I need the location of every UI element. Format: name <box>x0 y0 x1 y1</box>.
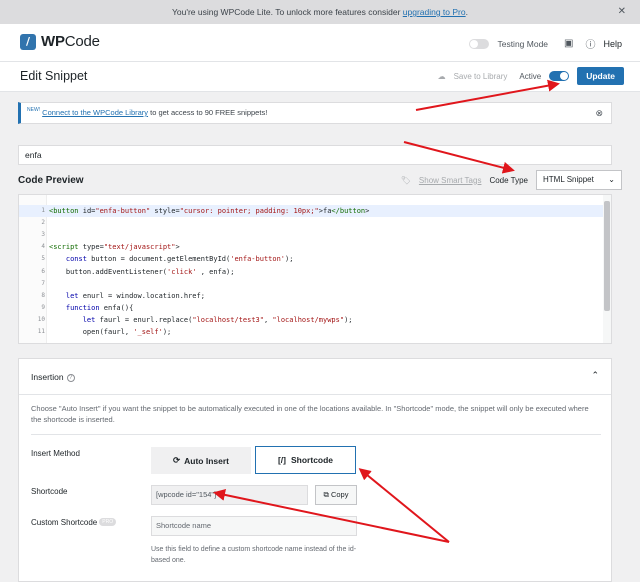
insert-method-label: Insert Method <box>31 449 80 458</box>
line-number: 11 <box>37 328 45 335</box>
wpcode-logo[interactable]: / WPCode <box>20 33 100 50</box>
code-text: let faurl = enurl.replace("localhost/tes… <box>82 315 353 324</box>
insertion-header[interactable]: Insertion? ⌃ <box>19 359 611 395</box>
code-line[interactable]: 8 let enurl = window.location.href; <box>19 290 605 302</box>
code-text: const button = document.getElementById('… <box>65 255 294 264</box>
code-line[interactable]: 11 open(faurl, '_self'); <box>19 326 605 338</box>
show-smart-tags-link[interactable]: Show Smart Tags <box>419 176 482 185</box>
upgrade-suffix: . <box>465 7 468 17</box>
code-line[interactable]: 10 let faurl = enurl.replace("localhost/… <box>19 314 605 326</box>
brackets-icon: [/] <box>277 455 286 465</box>
auto-insert-button[interactable]: ⟳ Auto Insert <box>151 447 251 474</box>
scrollbar-thumb[interactable] <box>604 201 610 311</box>
update-button[interactable]: Update <box>577 67 624 85</box>
custom-shortcode-hint: Use this field to define a custom shortc… <box>151 546 357 564</box>
title-actions: ☁ Save to Library Active Update <box>438 67 624 85</box>
code-type-label: Code Type <box>489 175 528 185</box>
code-editor[interactable]: 1 <button id="enfa-button" style="cursor:… <box>18 194 612 344</box>
logo-text: WPCode <box>41 33 100 50</box>
shortcode-button[interactable]: [/] Shortcode <box>255 446 356 474</box>
custom-shortcode-input[interactable]: Shortcode name <box>151 516 357 536</box>
upgrade-link[interactable]: upgrading to Pro <box>403 7 466 17</box>
code-line[interactable]: 4 <script type="text/javascript"> <box>19 241 605 253</box>
code-text: <script type="text/javascript"> <box>49 243 180 252</box>
testing-mode-toggle[interactable] <box>469 38 490 49</box>
insertion-title: Insertion? <box>31 372 75 382</box>
code-line[interactable]: 1 <button id="enfa-button" style="cursor:… <box>19 205 605 217</box>
copy-button[interactable]: ⧉ Copy <box>315 485 357 505</box>
line-number: 3 <box>41 231 45 239</box>
code-line[interactable]: 3 <box>19 229 605 241</box>
chevron-down-icon: ⌄ <box>608 175 615 184</box>
insertion-description: Choose "Auto Insert" if you want the sni… <box>31 404 589 424</box>
code-line[interactable]: 9 function enfa(){ <box>19 302 605 314</box>
line-number: 2 <box>41 219 45 227</box>
code-text: let enurl = window.location.href; <box>65 291 205 300</box>
line-number: 6 <box>41 267 45 275</box>
line-number: 10 <box>37 315 45 323</box>
close-icon[interactable]: ✕ <box>618 0 626 24</box>
editor-scrollbar[interactable] <box>603 195 611 343</box>
help-link[interactable]: Help <box>603 39 622 49</box>
snippet-title-input[interactable]: enfa <box>18 145 612 165</box>
code-line[interactable]: 2 <box>19 217 605 229</box>
header-actions: Testing Mode ▣ ⓘ Help <box>469 36 622 51</box>
dismiss-icon[interactable]: ⊗ <box>595 103 603 123</box>
upgrade-bar: You're using WPCode Lite. To unlock more… <box>0 0 640 24</box>
code-line[interactable]: 7 <box>19 278 605 290</box>
divider <box>31 434 601 435</box>
code-line[interactable]: 5 const button = document.getElementById… <box>19 253 605 265</box>
line-number: 7 <box>41 279 45 287</box>
library-notice: NEW! Connect to the WPCode Library to ge… <box>18 102 612 124</box>
code-line[interactable]: 6 button.addEventListener('click' , enfa… <box>19 266 605 278</box>
insertion-panel: Insertion? ⌃ Choose "Auto Insert" if you… <box>18 358 612 582</box>
title-bar: Edit Snippet ☁ Save to Library Active Up… <box>0 62 640 92</box>
code-text: button.addEventListener('click' , enfa); <box>49 267 235 276</box>
active-label: Active <box>519 71 542 81</box>
code-type-value: HTML Snippet <box>543 175 594 184</box>
copy-icon: ⧉ <box>323 490 329 499</box>
line-number: 1 <box>41 207 45 214</box>
save-to-library-button[interactable]: Save to Library <box>454 72 508 81</box>
active-toggle[interactable] <box>549 71 570 81</box>
shortcode-label: Shortcode <box>31 487 68 496</box>
pro-badge: PRO <box>99 518 117 526</box>
shortcode-field[interactable]: [wpcode id="154"] <box>151 485 308 505</box>
code-text: open(faurl, '_self'); <box>49 328 172 336</box>
notice-text: to get access to 90 FREE snippets! <box>148 108 268 117</box>
help-icon[interactable]: ⓘ <box>585 36 595 51</box>
app-header: / WPCode Testing Mode ▣ ⓘ Help <box>0 24 640 62</box>
connect-library-link[interactable]: Connect to the WPCode Library <box>42 108 148 117</box>
upgrade-text: You're using WPCode Lite. To unlock more… <box>171 7 403 17</box>
refresh-icon: ⟳ <box>173 455 181 465</box>
auto-insert-label: Auto Insert <box>184 455 229 466</box>
custom-shortcode-label: Custom Shortcode PRO <box>31 518 117 527</box>
help-icon[interactable]: ? <box>66 373 75 382</box>
code-type-select[interactable]: HTML Snippet ⌄ <box>536 170 622 190</box>
copy-label: Copy <box>330 490 349 499</box>
code-text: <button id="enfa-button" style="cursor: … <box>49 207 370 215</box>
shortcode-button-label: Shortcode <box>291 455 334 465</box>
code-text: function enfa(){ <box>65 303 134 312</box>
line-number: 9 <box>41 303 45 311</box>
page-title: Edit Snippet <box>20 69 88 83</box>
document-icon[interactable]: ▣ <box>564 38 573 49</box>
new-badge: NEW! <box>27 107 41 113</box>
cloud-icon: ☁ <box>437 71 446 81</box>
line-number: 8 <box>41 291 45 299</box>
logo-icon: / <box>20 33 36 50</box>
testing-mode-label: Testing Mode <box>497 38 549 49</box>
chevron-up-icon[interactable]: ⌃ <box>591 370 599 381</box>
code-preview-controls: 🏷 Show Smart Tags Code Type HTML Snippet… <box>401 170 622 190</box>
tag-icon: 🏷 <box>400 175 411 185</box>
code-preview-label: Code Preview <box>18 175 84 186</box>
line-number: 4 <box>41 243 45 251</box>
line-number: 5 <box>41 255 45 263</box>
